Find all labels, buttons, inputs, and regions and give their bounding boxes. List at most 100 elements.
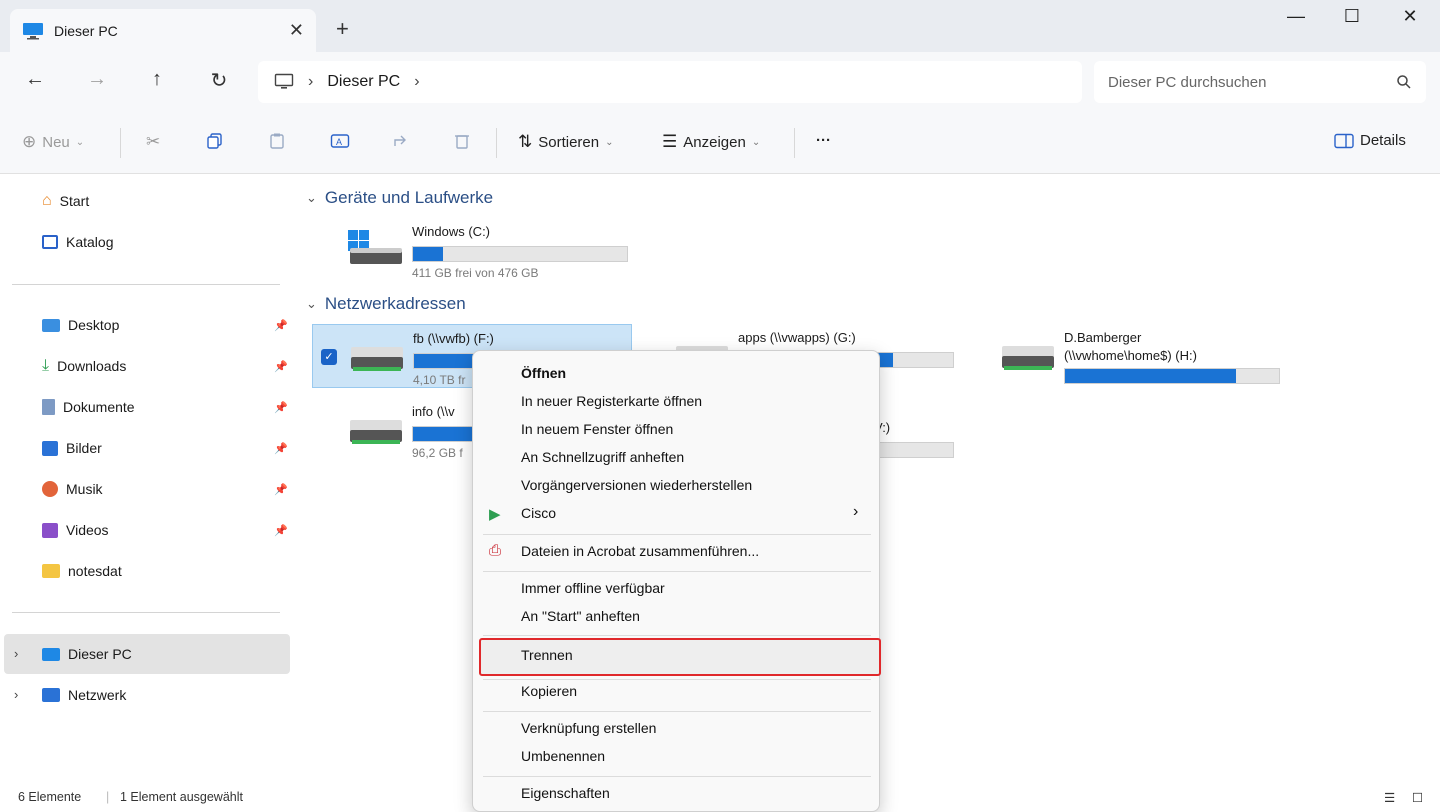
drive-usage-fill (413, 247, 443, 261)
sidebar-item-downloads[interactable]: ⤓ Downloads 📌 (42, 351, 292, 381)
share-icon[interactable] (392, 132, 410, 150)
drive-free-space: 96,2 GB f (412, 446, 463, 460)
up-button[interactable]: ↑ (142, 68, 172, 91)
new-tab-button[interactable]: + (336, 16, 349, 42)
context-menu: Öffnen In neuer Registerkarte öffnen In … (472, 350, 881, 812)
menu-item-open[interactable]: Öffnen (521, 365, 566, 381)
sidebar-item-dieser-pc[interactable]: Dieser PC (42, 639, 292, 669)
network-drive-icon (351, 347, 403, 371)
menu-item-restore-versions[interactable]: Vorgängerversionen wiederherstellen (521, 477, 752, 493)
tab-dieser-pc[interactable]: Dieser PC ✕ (10, 9, 316, 52)
cisco-icon: ▶ (489, 506, 501, 523)
item-count: 6 Elemente (18, 790, 82, 804)
drive-free-space: 411 GB frei von 476 GB (412, 266, 539, 280)
search-placeholder: Dieser PC durchsuchen (1108, 73, 1267, 91)
selection-count: 1 Element ausgewählt (120, 790, 243, 804)
navigation-pane: ⌂ Start Katalog Desktop 📌 ⤓ Downloads 📌 … (0, 174, 296, 784)
menu-item-open-new-window[interactable]: In neuem Fenster öffnen (521, 421, 673, 437)
sidebar-item-notesdat[interactable]: notesdat (42, 556, 292, 586)
tab-title: Dieser PC (54, 22, 118, 39)
breadcrumb-dieser-pc[interactable]: Dieser PC (327, 73, 400, 91)
computer-icon (42, 647, 60, 661)
checkbox-checked[interactable]: ✓ (321, 349, 337, 365)
view-button[interactable]: ☰ Anzeigen ⌄ (662, 132, 760, 152)
breadcrumb-separator[interactable]: › (414, 73, 419, 91)
tiles-view-icon[interactable]: ☐ (1412, 790, 1423, 805)
sidebar-item-bilder[interactable]: Bilder 📌 (42, 433, 292, 463)
details-button[interactable]: Details (1334, 132, 1406, 149)
download-icon: ⤓ (42, 357, 50, 374)
desktop-icon (42, 318, 60, 332)
drive-windows-c[interactable]: Windows (C:) 411 GB frei von 476 GB (312, 218, 632, 282)
back-button[interactable]: ← (20, 68, 50, 91)
view-list-icon: ☰ (662, 132, 678, 151)
sort-button[interactable]: ⇅ Sortieren ⌄ (518, 132, 614, 152)
chevron-right-icon[interactable]: › (14, 646, 18, 661)
tab-close-icon[interactable]: ✕ (289, 20, 304, 41)
paste-icon[interactable] (268, 132, 286, 150)
drive-name-line1: D.Bamberger (1064, 330, 1142, 345)
minimize-button[interactable]: — (1276, 6, 1316, 27)
address-bar[interactable]: › Dieser PC › (258, 61, 1082, 103)
details-view-icon[interactable]: ☰ (1384, 790, 1395, 805)
forward-button[interactable]: → (82, 68, 112, 91)
pin-icon[interactable]: 📌 (274, 319, 288, 332)
delete-icon[interactable] (454, 132, 470, 150)
drive-name: Windows (C:) (412, 224, 491, 239)
group-header-devices[interactable]: ⌄ Geräte und Laufwerke (306, 188, 493, 208)
breadcrumb-separator: › (308, 73, 314, 90)
menu-item-properties[interactable]: Eigenschaften (521, 785, 610, 801)
pin-icon[interactable]: 📌 (274, 401, 288, 414)
menu-item-copy[interactable]: Kopieren (521, 683, 577, 699)
drive-name: fb (\\vwfb) (F:) (413, 331, 494, 346)
group-header-network[interactable]: ⌄ Netzwerkadressen (306, 294, 466, 314)
maximize-button[interactable]: ☐ (1332, 6, 1372, 27)
new-button[interactable]: ⊕ Neu ⌄ (22, 132, 84, 152)
status-divider: | (106, 790, 110, 804)
drive-home-h[interactable]: D.Bamberger (\\vwhome\home$) (H:) (964, 324, 1284, 388)
folder-icon (42, 564, 60, 578)
sort-icon: ⇅ (518, 132, 533, 151)
search-icon (1397, 75, 1411, 89)
acrobat-icon: ⎙ (489, 542, 502, 559)
pin-icon[interactable]: 📌 (274, 442, 288, 455)
pin-icon[interactable]: 📌 (274, 483, 288, 496)
menu-item-pin-quick-access[interactable]: An Schnellzugriff anheften (521, 449, 684, 465)
chevron-down-icon: ⌄ (306, 190, 317, 205)
more-options-button[interactable]: ··· (816, 132, 831, 149)
sidebar-item-dokumente[interactable]: Dokumente 📌 (42, 392, 292, 422)
close-button[interactable]: ✕ (1390, 6, 1430, 27)
sidebar-item-musik[interactable]: Musik 📌 (42, 474, 292, 504)
refresh-button[interactable]: ↻ (204, 68, 234, 93)
sidebar-item-start[interactable]: ⌂ Start (42, 186, 292, 216)
rename-icon[interactable]: A (330, 132, 350, 150)
network-drive-icon (1002, 346, 1054, 370)
menu-item-acrobat-merge[interactable]: Dateien in Acrobat zusammenführen... (521, 543, 759, 559)
sidebar-item-netzwerk[interactable]: Netzwerk (42, 680, 292, 710)
music-icon (42, 481, 58, 497)
computer-icon (23, 22, 43, 39)
menu-item-cisco[interactable]: Cisco (521, 505, 556, 521)
copy-icon[interactable] (206, 132, 224, 150)
sidebar-item-videos[interactable]: Videos 📌 (42, 515, 292, 545)
pin-icon[interactable]: 📌 (274, 360, 288, 373)
menu-item-pin-start[interactable]: An "Start" anheften (521, 608, 640, 624)
menu-item-open-new-tab[interactable]: In neuer Registerkarte öffnen (521, 393, 702, 409)
search-input[interactable]: Dieser PC durchsuchen (1094, 61, 1426, 103)
menu-item-rename[interactable]: Umbenennen (521, 748, 605, 764)
details-pane-icon (1334, 133, 1354, 148)
menu-item-always-offline[interactable]: Immer offline verfügbar (521, 580, 665, 596)
view-label: Anzeigen (683, 133, 746, 151)
menu-item-create-shortcut[interactable]: Verknüpfung erstellen (521, 720, 656, 736)
drive-name: apps (\\vwapps) (G:) (738, 330, 856, 345)
gallery-icon (42, 235, 58, 249)
drive-free-space: 4,10 TB fr (413, 373, 466, 387)
menu-item-disconnect[interactable]: Trennen (521, 647, 573, 663)
drive-name: info (\\v (412, 404, 455, 419)
sidebar-item-katalog[interactable]: Katalog (42, 227, 292, 257)
sidebar-item-desktop[interactable]: Desktop 📌 (42, 310, 292, 340)
chevron-right-icon[interactable]: › (14, 687, 18, 702)
submenu-arrow-icon: › (853, 503, 859, 520)
cut-icon[interactable]: ✂ (146, 132, 160, 152)
pin-icon[interactable]: 📌 (274, 524, 288, 537)
